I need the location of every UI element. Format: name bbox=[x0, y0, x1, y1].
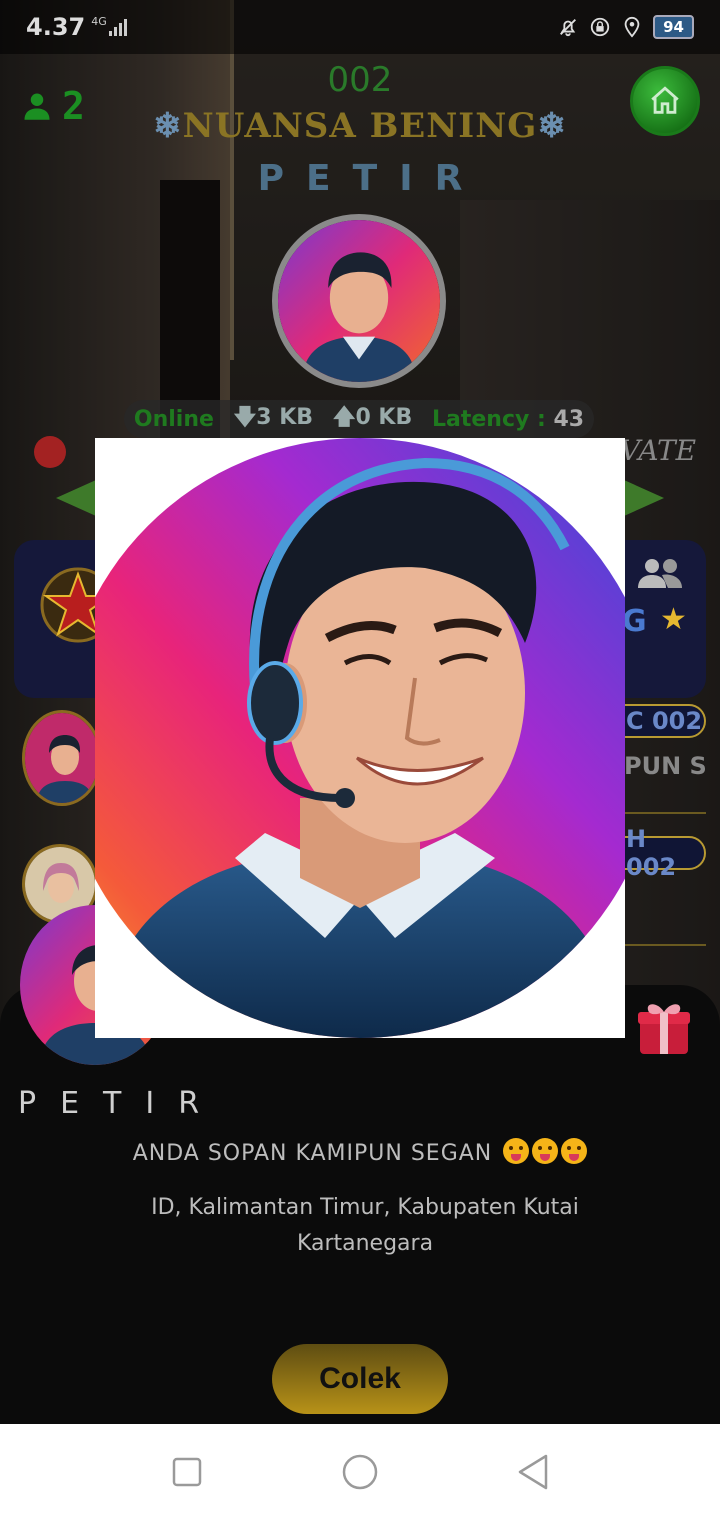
battery-indicator: 94 bbox=[653, 15, 694, 39]
lock-rotation-icon bbox=[589, 16, 611, 38]
profile-name: PETIR bbox=[18, 1086, 224, 1121]
navigation-bar bbox=[0, 1424, 720, 1520]
host-name: PETIR bbox=[257, 158, 485, 199]
home-nav-button[interactable] bbox=[340, 1452, 380, 1492]
snowflake-icon: ❄ bbox=[153, 106, 183, 146]
latency-stat: Latency : 43 bbox=[432, 406, 585, 432]
snowflake-icon: ❄ bbox=[537, 106, 567, 146]
profile-photo-modal[interactable] bbox=[95, 438, 625, 1038]
profile-photo bbox=[95, 438, 625, 1038]
back-button[interactable] bbox=[513, 1452, 553, 1492]
arrow-down-icon: 🡇 bbox=[233, 405, 257, 430]
download-stat: 🡇3 KB bbox=[233, 405, 314, 430]
balloon-decoration bbox=[34, 436, 66, 468]
divider bbox=[620, 812, 706, 814]
right-panel-letter: G bbox=[622, 604, 647, 639]
right-row-text-2: PUN S bbox=[624, 752, 707, 780]
divider bbox=[620, 944, 706, 946]
triangle-back-icon bbox=[519, 1454, 548, 1490]
online-status: Online bbox=[133, 406, 214, 432]
room-number: 002 bbox=[327, 60, 393, 100]
location-icon bbox=[621, 16, 643, 38]
tongue-emoji-icon bbox=[561, 1138, 588, 1164]
room-name: ❄NUANSA BENING❄ bbox=[0, 106, 720, 146]
upload-stat: 🡅0 KB bbox=[332, 405, 413, 430]
tongue-emoji-icon bbox=[532, 1138, 559, 1164]
recent-apps-button[interactable] bbox=[167, 1452, 207, 1492]
network-type: 4G bbox=[91, 14, 107, 28]
room-name-text: NUANSA BENING bbox=[182, 106, 538, 146]
gift-icon[interactable] bbox=[636, 996, 692, 1056]
arrow-up-icon: 🡅 bbox=[332, 405, 356, 430]
bell-muted-icon bbox=[557, 16, 579, 38]
arrow-right-icon[interactable] bbox=[624, 480, 664, 516]
connection-stats: Online 🡇3 KB 🡅0 KB Latency : 43 bbox=[124, 400, 594, 438]
host-avatar[interactable] bbox=[272, 214, 446, 388]
square-icon bbox=[172, 1457, 201, 1487]
star-icon: ★ bbox=[660, 602, 687, 637]
status-time: 4.37 bbox=[26, 13, 86, 41]
group-icon bbox=[638, 559, 682, 588]
signal-icon bbox=[108, 18, 127, 36]
private-label: VATE bbox=[620, 434, 697, 467]
home-button[interactable] bbox=[630, 66, 700, 136]
profile-location: ID, Kalimantan Timur, Kabupaten Kutai Ka… bbox=[151, 1195, 579, 1256]
profile-bio: ANDA SOPAN KAMIPUN SEGAN bbox=[0, 1138, 720, 1166]
seat-avatar-1[interactable] bbox=[22, 710, 102, 806]
profile-bio-text: ANDA SOPAN KAMIPUN SEGAN bbox=[132, 1141, 493, 1166]
arrow-left-icon[interactable] bbox=[56, 480, 96, 516]
tongue-emoji-icon bbox=[503, 1138, 530, 1164]
home-icon bbox=[651, 86, 679, 114]
colek-button[interactable]: Colek bbox=[272, 1344, 448, 1414]
circle-icon bbox=[342, 1454, 378, 1490]
status-bar: 4.37 4G 94 bbox=[0, 0, 720, 54]
